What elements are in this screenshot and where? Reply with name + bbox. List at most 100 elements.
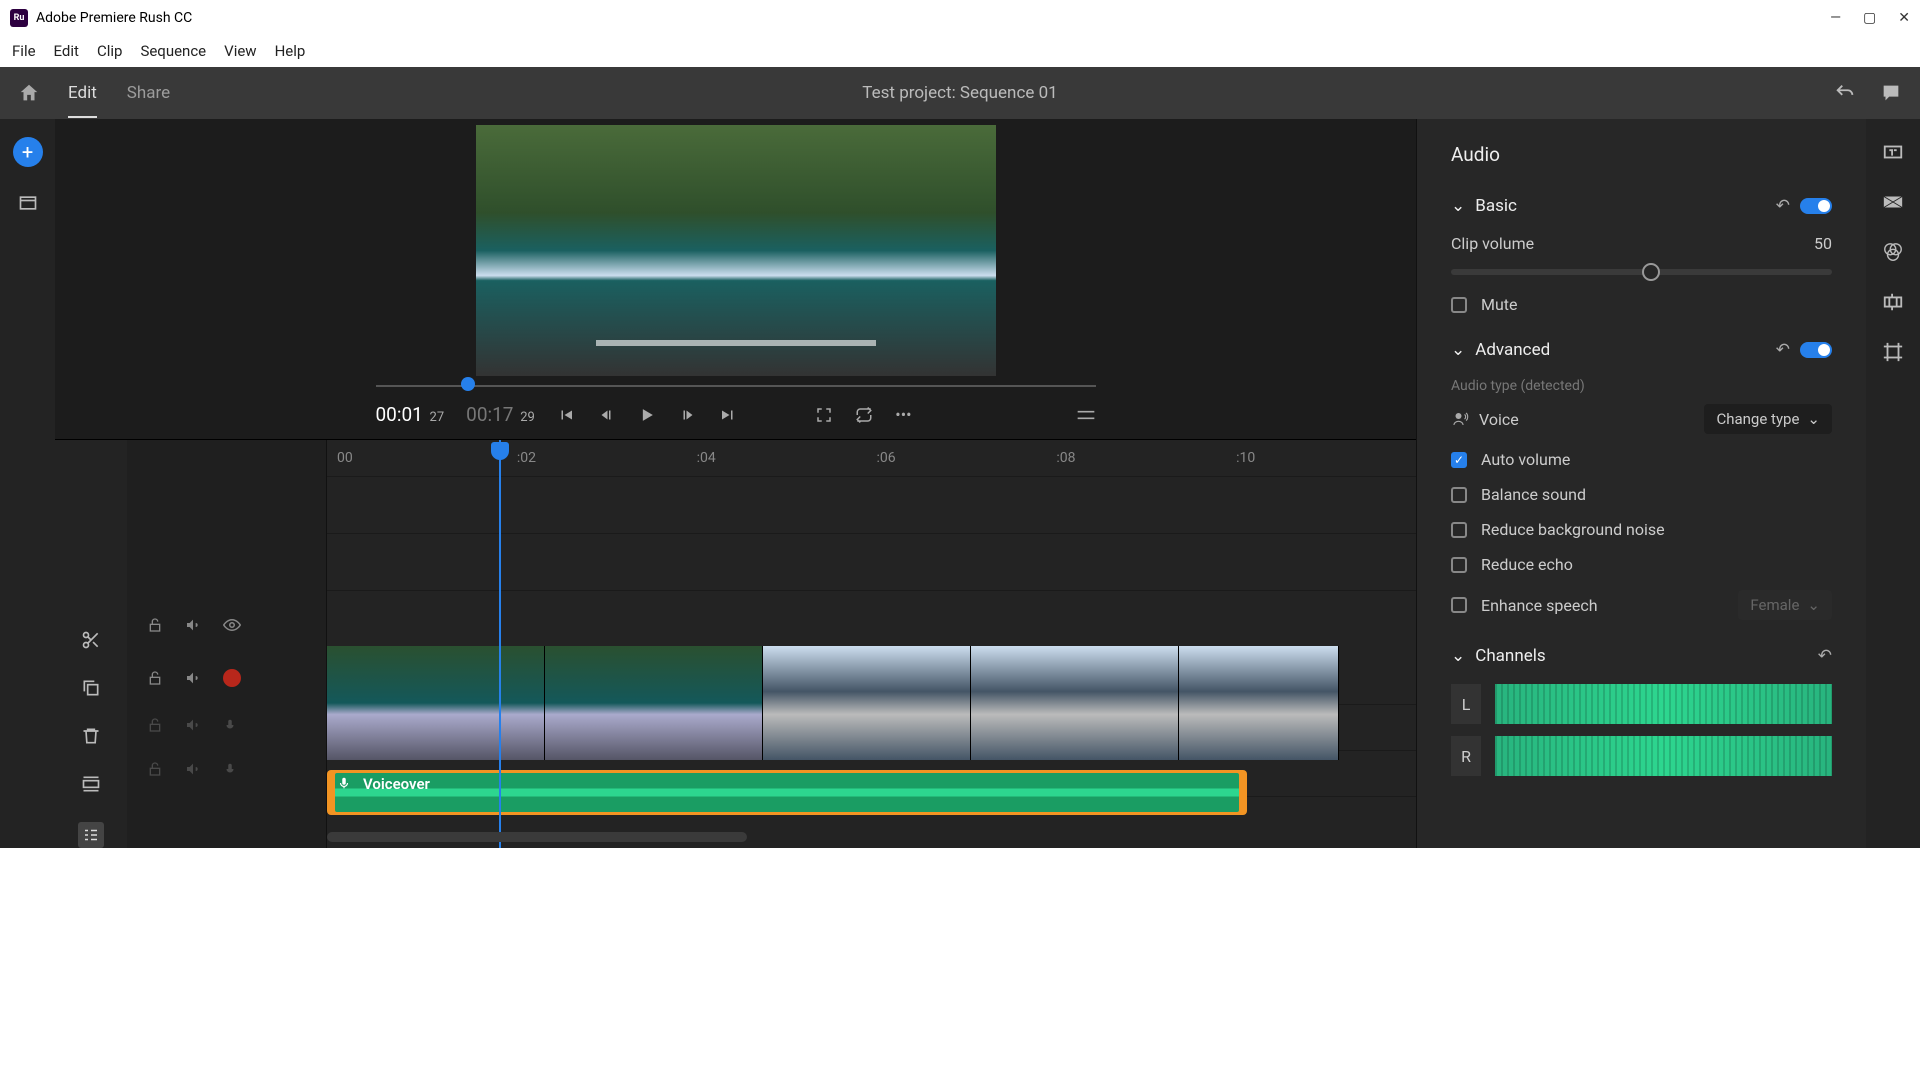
advanced-toggle[interactable] [1800,342,1832,358]
timeline-canvas[interactable]: 00 :02 :04 :06 :08 :10 [327,440,1416,848]
delete-icon[interactable] [81,726,101,746]
channel-left-waveform [1495,684,1832,724]
duplicate-icon[interactable] [81,678,101,698]
clip-volume-slider[interactable] [1451,269,1832,275]
video-clip[interactable] [1179,646,1339,760]
menu-clip[interactable]: Clip [97,42,122,60]
close-button[interactable]: ✕ [1898,10,1910,26]
project-panel-icon[interactable] [18,193,38,213]
timeline-options-icon[interactable] [1076,408,1096,422]
channel-right-waveform [1495,736,1832,776]
mute-track-icon[interactable] [185,617,201,633]
go-end-icon[interactable] [719,406,737,424]
record-button[interactable] [223,669,241,687]
menu-edit[interactable]: Edit [54,42,79,60]
chevron-down-icon[interactable]: ⌄ [1451,196,1465,216]
mute-checkbox[interactable] [1451,297,1467,313]
change-type-button[interactable]: Change type ⌄ [1704,404,1832,434]
menu-help[interactable]: Help [275,42,306,60]
basic-toggle[interactable] [1800,198,1832,214]
auto-volume-label: Auto volume [1481,450,1570,469]
video-clip[interactable] [763,646,971,760]
clip-volume-value: 50 [1814,234,1832,253]
mute-track-icon[interactable] [185,717,201,733]
ruler-tick: :10 [1236,450,1416,466]
audio-panel: Audio ⌄ Basic ↶ Clip volume 50 Mute ⌄ [1416,119,1866,848]
visibility-icon[interactable] [223,616,241,634]
speed-icon[interactable] [1882,291,1904,313]
timeline-scrollbar[interactable] [327,832,747,842]
scissors-icon[interactable] [81,630,101,650]
transitions-icon[interactable] [1882,191,1904,213]
chevron-down-icon[interactable]: ⌄ [1451,340,1465,360]
center-column: 00:01 27 00:17 29 ••• [55,119,1416,848]
video-preview[interactable] [476,125,996,376]
balance-sound-checkbox[interactable] [1451,487,1467,503]
home-icon[interactable] [18,82,40,104]
add-media-button[interactable]: + [13,137,43,167]
right-tool-strip [1866,119,1920,848]
lock-icon[interactable] [147,670,163,686]
play-icon[interactable] [637,405,657,425]
ruler-tick: :06 [876,450,1056,466]
voiceover-clip[interactable]: Voiceover [327,770,1247,815]
balance-sound-label: Balance sound [1481,485,1586,504]
project-title: Test project: Sequence 01 [862,83,1057,103]
mute-track-icon[interactable] [185,761,201,777]
mute-track-icon[interactable] [185,670,201,686]
playhead[interactable] [499,440,501,848]
scrubber-handle[interactable] [461,377,475,391]
lock-icon[interactable] [147,617,163,633]
tab-share[interactable]: Share [127,83,170,103]
reduce-echo-label: Reduce echo [1481,555,1573,574]
transform-icon[interactable] [1882,341,1904,363]
window-title: Adobe Premiere Rush CC [36,10,192,26]
step-forward-icon[interactable] [679,406,697,424]
maximize-button[interactable]: ▢ [1863,10,1876,26]
mic-icon[interactable] [223,718,237,732]
video-clip[interactable] [327,646,545,760]
chevron-down-icon[interactable]: ⌄ [1451,646,1465,666]
more-icon[interactable]: ••• [895,405,911,424]
total-timecode: 00:17 29 [466,403,535,426]
auto-volume-checkbox[interactable] [1451,452,1467,468]
reset-basic-icon[interactable]: ↶ [1776,196,1790,216]
lock-icon[interactable] [147,717,163,733]
go-start-icon[interactable] [557,406,575,424]
main-area: + 00:01 27 00:17 29 ••• [0,119,1920,848]
ruler-tick: :04 [697,450,877,466]
enhance-speech-checkbox[interactable] [1451,597,1467,613]
reset-advanced-icon[interactable]: ↶ [1776,340,1790,360]
enhance-speech-select[interactable]: Female⌄ [1738,590,1832,620]
loop-icon[interactable] [855,406,873,424]
reset-channels-icon[interactable]: ↶ [1818,646,1832,666]
channels-section-label: Channels [1475,646,1545,666]
voice-icon [1451,410,1469,428]
channel-right-label: R [1451,736,1481,776]
titles-icon[interactable] [1882,141,1904,163]
menu-sequence[interactable]: Sequence [140,42,206,60]
mic-icon[interactable] [223,762,237,776]
lock-icon[interactable] [147,761,163,777]
reduce-echo-checkbox[interactable] [1451,557,1467,573]
timeline-block: 00 :02 :04 :06 :08 :10 [55,439,1416,848]
menu-file[interactable]: File [12,42,36,60]
minimize-button[interactable]: — [1830,10,1841,26]
color-icon[interactable] [1882,241,1904,263]
preview-scrubber[interactable] [376,380,1096,390]
expand-tracks-icon[interactable] [81,774,101,794]
ruler-tick: :02 [517,450,697,466]
channel-left-row[interactable]: L [1451,684,1832,724]
tab-edit[interactable]: Edit [68,83,97,103]
comment-icon[interactable] [1880,82,1902,104]
video-clip[interactable] [545,646,763,760]
channel-right-row[interactable]: R [1451,736,1832,776]
step-back-icon[interactable] [597,406,615,424]
fullscreen-icon[interactable] [815,406,833,424]
undo-icon[interactable] [1834,82,1856,104]
reduce-bg-checkbox[interactable] [1451,522,1467,538]
menu-view[interactable]: View [224,42,256,60]
track-list-icon[interactable] [78,822,104,848]
video-track-clips[interactable] [327,646,1416,760]
video-clip[interactable] [971,646,1179,760]
